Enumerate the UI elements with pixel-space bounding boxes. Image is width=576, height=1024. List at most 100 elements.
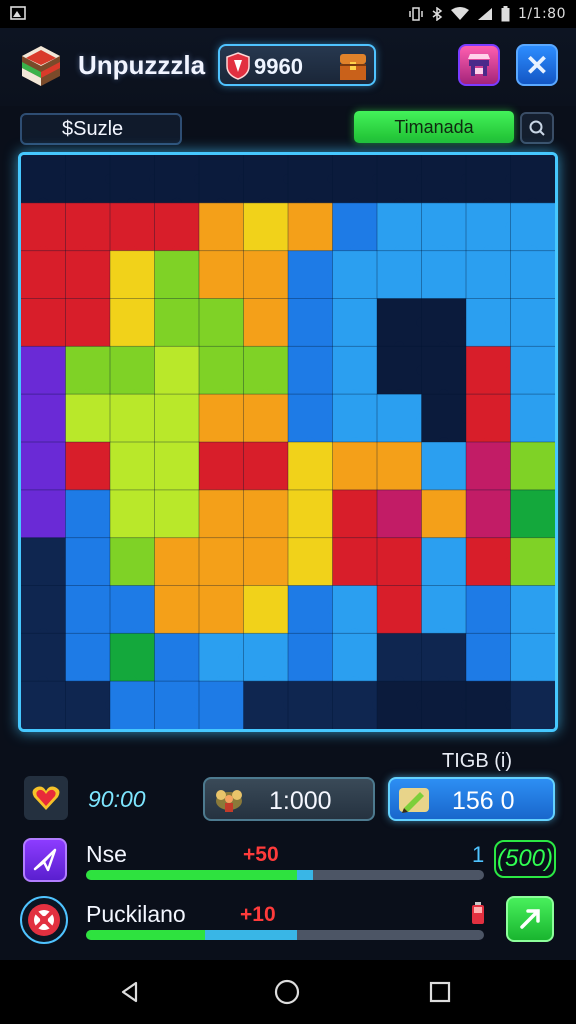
puzzle-piece[interactable] [377, 202, 422, 252]
puzzle-piece[interactable] [510, 681, 556, 729]
puzzle-piece[interactable] [65, 633, 111, 682]
puzzle-piece[interactable] [21, 155, 66, 204]
puzzle-piece[interactable] [332, 681, 378, 729]
puzzle-piece[interactable] [466, 681, 511, 729]
puzzle-piece[interactable] [199, 202, 244, 252]
puzzle-piece[interactable] [466, 250, 511, 299]
puzzle-piece[interactable] [466, 633, 511, 682]
puzzle-piece[interactable] [421, 442, 467, 491]
score-box[interactable]: 1:000 [203, 777, 375, 821]
puzzle-piece[interactable] [510, 250, 556, 299]
puzzle-piece[interactable] [21, 489, 66, 539]
puzzle-piece[interactable] [377, 346, 422, 395]
puzzle-piece[interactable] [421, 537, 467, 586]
puzzle-piece[interactable] [288, 489, 333, 539]
puzzle-piece[interactable] [421, 394, 467, 443]
puzzle-piece[interactable] [154, 202, 200, 252]
puzzle-piece[interactable] [65, 202, 111, 252]
puzzle-piece[interactable] [332, 442, 378, 491]
puzzle-piece[interactable] [65, 585, 111, 634]
close-button[interactable]: ✕ [516, 44, 558, 86]
puzzle-piece[interactable] [110, 442, 155, 491]
puzzle-piece[interactable] [110, 155, 155, 204]
puzzle-piece[interactable] [154, 155, 200, 204]
puzzle-piece[interactable] [466, 298, 511, 347]
puzzle-piece[interactable] [154, 346, 200, 395]
puzzle-piece[interactable] [110, 633, 155, 682]
puzzle-piece[interactable] [510, 346, 556, 395]
puzzle-piece[interactable] [332, 346, 378, 395]
puzzle-piece[interactable] [21, 537, 66, 586]
puzzle-piece[interactable] [377, 442, 422, 491]
puzzle-piece[interactable] [510, 537, 556, 586]
puzzle-piece[interactable] [466, 155, 511, 204]
puzzle-piece[interactable] [288, 346, 333, 395]
puzzle-piece[interactable] [421, 585, 467, 634]
puzzle-piece[interactable] [199, 155, 244, 204]
puzzle-piece[interactable] [65, 250, 111, 299]
puzzle-piece[interactable] [288, 202, 333, 252]
shop-button[interactable] [458, 44, 500, 86]
puzzle-piece[interactable] [332, 202, 378, 252]
puzzle-piece[interactable] [199, 346, 244, 395]
puzzle-piece[interactable] [243, 155, 289, 204]
puzzle-piece[interactable] [154, 585, 200, 634]
puzzle-piece[interactable] [199, 442, 244, 491]
puzzle-piece[interactable] [243, 633, 289, 682]
puzzle-piece[interactable] [199, 681, 244, 729]
puzzle-piece[interactable] [154, 633, 200, 682]
puzzle-piece[interactable] [110, 394, 155, 443]
puzzle-piece[interactable] [65, 681, 111, 729]
puzzle-piece[interactable] [421, 202, 467, 252]
puzzle-piece[interactable] [110, 202, 155, 252]
badge-button[interactable] [20, 896, 68, 944]
gem-counter[interactable]: 156 0 [388, 777, 555, 821]
puzzle-piece[interactable] [154, 681, 200, 729]
puzzle-piece[interactable] [288, 633, 333, 682]
puzzle-piece[interactable] [332, 537, 378, 586]
puzzle-piece[interactable] [21, 346, 66, 395]
puzzle-piece[interactable] [377, 489, 422, 539]
puzzle-piece[interactable] [243, 346, 289, 395]
puzzle-piece[interactable] [421, 681, 467, 729]
recents-button[interactable] [424, 976, 456, 1008]
puzzle-piece[interactable] [154, 394, 200, 443]
puzzle-piece[interactable] [110, 537, 155, 586]
puzzle-piece[interactable] [154, 298, 200, 347]
puzzle-piece[interactable] [243, 681, 289, 729]
send-button[interactable] [23, 838, 67, 882]
puzzle-piece[interactable] [421, 633, 467, 682]
puzzle-piece[interactable] [377, 537, 422, 586]
puzzle-piece[interactable] [199, 394, 244, 443]
puzzle-piece[interactable] [377, 250, 422, 299]
puzzle-piece[interactable] [21, 250, 66, 299]
puzzle-piece[interactable] [21, 442, 66, 491]
puzzle-piece[interactable] [21, 681, 66, 729]
puzzle-piece[interactable] [154, 489, 200, 539]
puzzle-piece[interactable] [65, 537, 111, 586]
puzzle-piece[interactable] [243, 585, 289, 634]
puzzle-piece[interactable] [21, 298, 66, 347]
puzzle-piece[interactable] [65, 394, 111, 443]
puzzle-piece[interactable] [466, 346, 511, 395]
puzzle-board[interactable] [18, 152, 558, 732]
puzzle-piece[interactable] [421, 346, 467, 395]
search-button[interactable] [520, 112, 554, 144]
puzzle-piece[interactable] [288, 155, 333, 204]
puzzle-piece[interactable] [243, 250, 289, 299]
puzzle-piece[interactable] [288, 681, 333, 729]
puzzle-piece[interactable] [110, 585, 155, 634]
puzzle-piece[interactable] [377, 633, 422, 682]
puzzle-piece[interactable] [288, 298, 333, 347]
puzzle-piece[interactable] [510, 155, 556, 204]
puzzle-piece[interactable] [110, 681, 155, 729]
puzzle-piece[interactable] [21, 394, 66, 443]
puzzle-piece[interactable] [288, 585, 333, 634]
puzzle-piece[interactable] [199, 489, 244, 539]
puzzle-piece[interactable] [154, 537, 200, 586]
puzzle-piece[interactable] [332, 585, 378, 634]
puzzle-piece[interactable] [332, 394, 378, 443]
puzzle-piece[interactable] [243, 489, 289, 539]
puzzle-piece[interactable] [199, 537, 244, 586]
puzzle-piece[interactable] [421, 250, 467, 299]
